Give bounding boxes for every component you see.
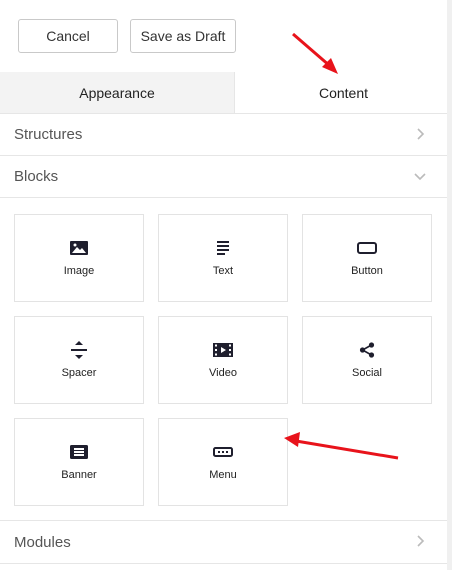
button-icon [357,239,377,257]
save-as-draft-button[interactable]: Save as Draft [130,19,236,53]
section-modules[interactable]: Modules [0,520,447,564]
video-icon [213,341,233,359]
section-blocks-label: Blocks [14,168,59,185]
block-label: Social [352,367,382,379]
top-toolbar: Cancel Save as Draft [0,0,452,72]
banner-icon [69,443,89,461]
section-structures-label: Structures [14,126,83,143]
chevron-right-icon [417,535,425,547]
block-image[interactable]: Image [14,214,144,302]
scrollbar-track[interactable] [447,0,452,570]
tab-content[interactable]: Content [235,72,452,113]
block-social[interactable]: Social [302,316,432,404]
share-icon [357,341,377,359]
block-label: Image [63,265,95,277]
image-icon [69,239,89,257]
block-label: Spacer [61,367,97,379]
section-modules-label: Modules [14,533,71,551]
block-label: Button [351,265,383,277]
block-video[interactable]: Video [158,316,288,404]
editor-tabs: Appearance Content [0,72,452,114]
block-label: Text [212,265,234,277]
text-icon [213,239,233,257]
chevron-right-icon [417,128,425,140]
section-structures[interactable]: Structures [0,114,447,156]
block-label: Menu [209,469,237,481]
block-spacer[interactable]: Spacer [14,316,144,404]
block-banner[interactable]: Banner [14,418,144,506]
block-menu[interactable]: Menu [158,418,288,506]
spacer-icon [69,341,89,359]
block-label: Banner [61,469,97,481]
block-label: Video [209,367,237,379]
chevron-down-icon [414,173,426,181]
block-text[interactable]: Text [158,214,288,302]
blocks-grid: Image Text Button Spacer Video Social Ba… [0,198,447,520]
menu-icon [213,443,233,461]
cancel-button[interactable]: Cancel [18,19,118,53]
section-blocks[interactable]: Blocks [0,156,447,198]
block-button[interactable]: Button [302,214,432,302]
tab-appearance[interactable]: Appearance [0,72,235,113]
